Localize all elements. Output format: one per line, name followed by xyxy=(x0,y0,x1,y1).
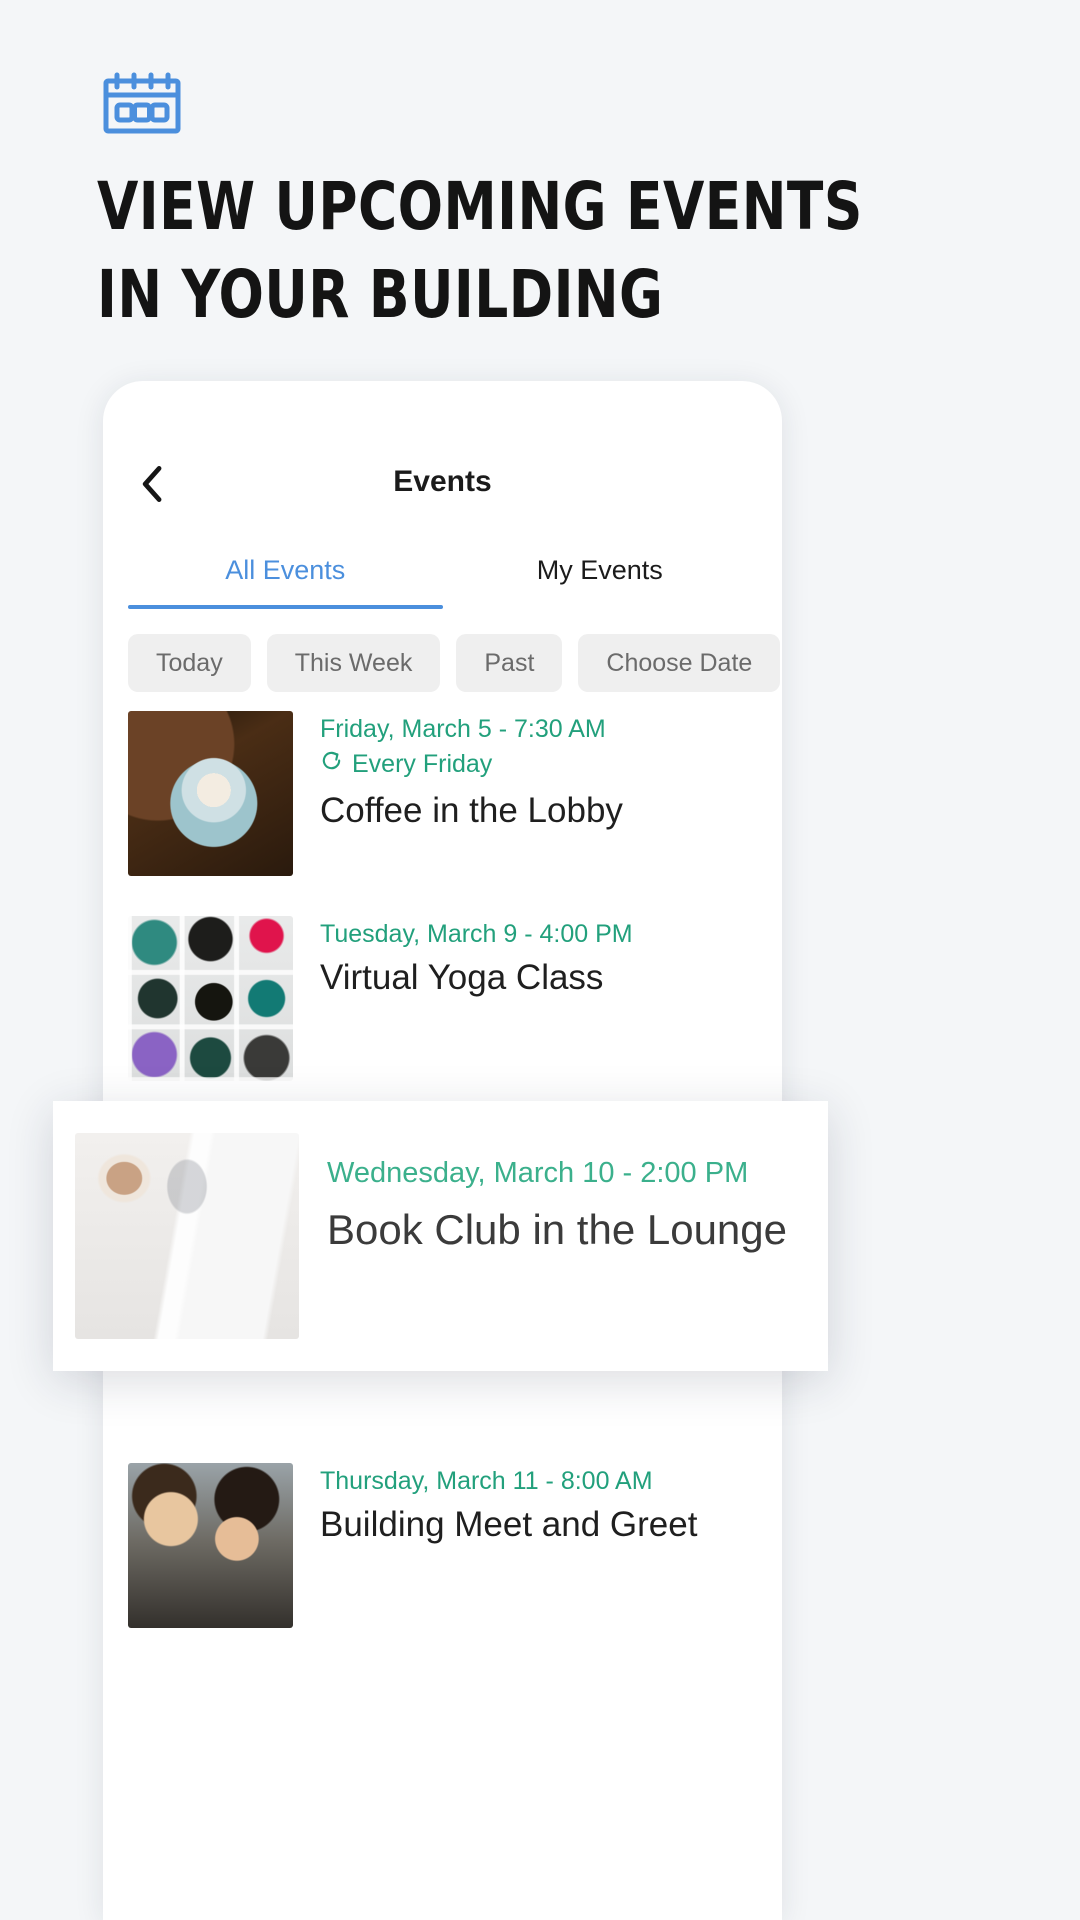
calendar-icon xyxy=(103,72,181,134)
filter-chip-this-week[interactable]: This Week xyxy=(266,634,441,692)
event-list-item[interactable]: Tuesday, March 9 - 4:00 PM Virtual Yoga … xyxy=(103,916,782,1081)
event-datetime: Wednesday, March 10 - 2:00 PM xyxy=(327,1157,749,1189)
event-title: Building Meet and Greet xyxy=(320,1505,698,1544)
filter-chip-past[interactable]: Past xyxy=(456,634,563,692)
open-book-coffee-photo xyxy=(75,1133,299,1339)
people-smiling-photo xyxy=(128,1463,293,1628)
event-list-item[interactable]: Friday, March 5 - 7:30 AM Every Friday C… xyxy=(103,711,782,876)
event-datetime: Thursday, March 11 - 8:00 AM xyxy=(320,1467,653,1495)
event-list-item[interactable]: Thursday, March 11 - 8:00 AM Building Me… xyxy=(103,1463,782,1628)
tab-bar: All Events My Events xyxy=(128,541,757,609)
filter-chip-this-week-label: This Week xyxy=(294,648,413,677)
event-title: Virtual Yoga Class xyxy=(320,958,604,997)
yoga-mats-photo xyxy=(128,916,293,1081)
page-headline: VIEW UPCOMING EVENTS IN YOUR BUILDING xyxy=(97,168,863,333)
event-info: Thursday, March 11 - 8:00 AM Building Me… xyxy=(293,1463,697,1628)
event-info: Wednesday, March 10 - 2:00 PM Book Club … xyxy=(299,1133,787,1339)
event-info: Tuesday, March 9 - 4:00 PM Virtual Yoga … xyxy=(293,916,633,1081)
event-info: Friday, March 5 - 7:30 AM Every Friday C… xyxy=(293,711,623,876)
event-datetime: Tuesday, March 9 - 4:00 PM xyxy=(320,920,633,948)
coffee-cup-photo xyxy=(128,711,293,876)
tab-all-events-label: All Events xyxy=(225,554,346,585)
filter-chip-choose-date-label: Choose Date xyxy=(606,648,753,677)
filter-chip-past-label: Past xyxy=(484,648,535,677)
filter-chip-today-label: Today xyxy=(156,648,223,677)
event-title: Coffee in the Lobby xyxy=(320,791,623,830)
tab-my-events[interactable]: My Events xyxy=(443,541,758,609)
event-recurrence-label: Every Friday xyxy=(352,750,493,778)
filter-chip-row: Today This Week Past Choose Date xyxy=(128,634,782,692)
tab-my-events-label: My Events xyxy=(536,554,663,585)
event-recurrence: Every Friday xyxy=(320,745,623,783)
filter-chip-choose-date[interactable]: Choose Date xyxy=(578,634,781,692)
app-navbar: Events xyxy=(103,443,782,525)
filter-chip-today[interactable]: Today xyxy=(128,634,251,692)
event-title: Book Club in the Lounge xyxy=(327,1206,788,1253)
highlighted-event-card[interactable]: Wednesday, March 10 - 2:00 PM Book Club … xyxy=(53,1101,828,1371)
repeat-icon xyxy=(320,745,343,783)
tab-all-events[interactable]: All Events xyxy=(128,541,443,609)
page-title: Events xyxy=(393,465,492,498)
event-datetime: Friday, March 5 - 7:30 AM xyxy=(320,715,606,743)
